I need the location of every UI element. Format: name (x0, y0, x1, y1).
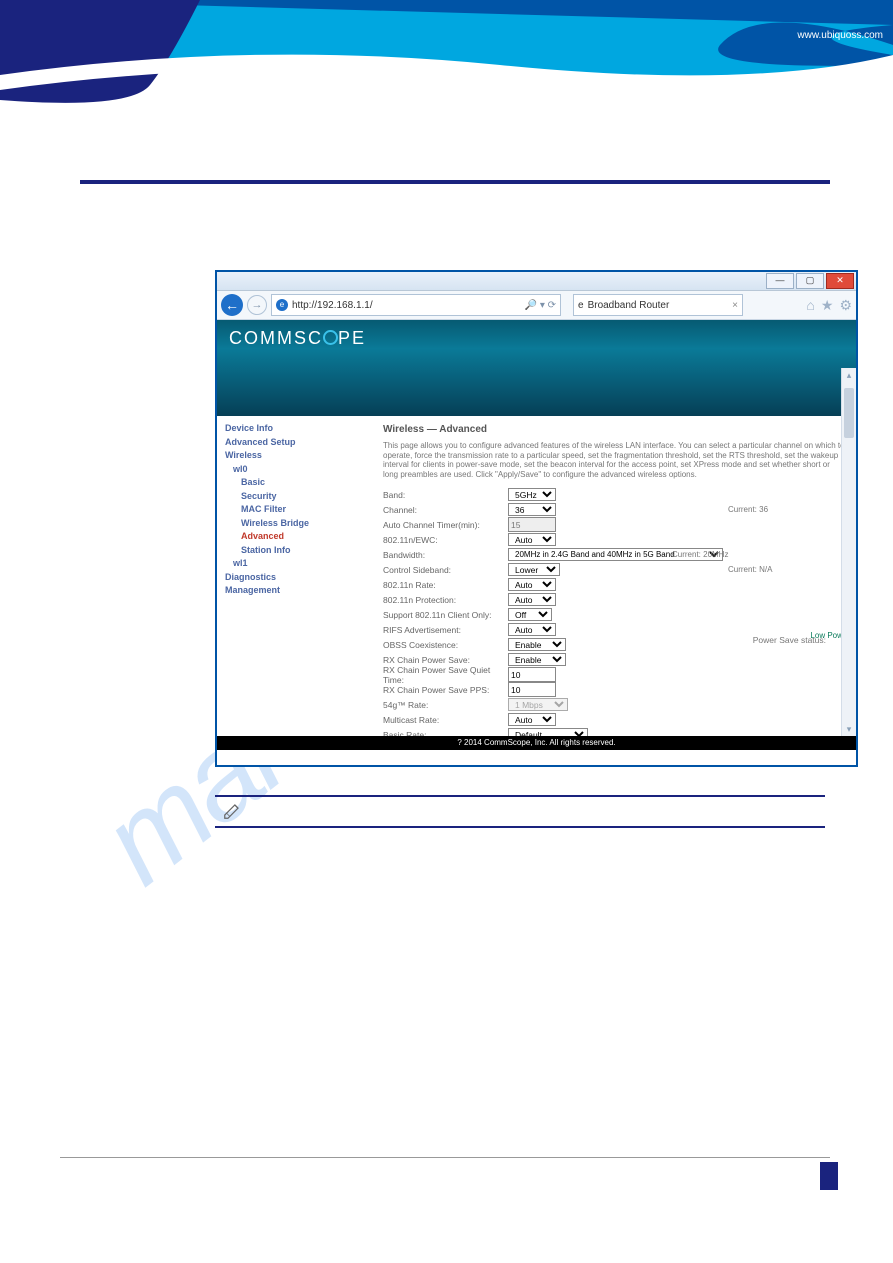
obss-select[interactable]: Enable (508, 638, 566, 651)
label-ewc: 802.11n/EWC: (383, 535, 508, 545)
nav-station-info[interactable]: Station Info (225, 544, 365, 558)
label-rx-ps-timer: RX Chain Power Save Quiet Time: (383, 665, 508, 685)
auto-ch-timer-input[interactable] (508, 517, 556, 532)
mcast-select[interactable]: Auto (508, 713, 556, 726)
label-rx-ps: RX Chain Power Save: (383, 655, 508, 665)
ie-icon: e (276, 299, 288, 311)
label-ctrl-sideband: Control Sideband: (383, 565, 508, 575)
nav-security[interactable]: Security (225, 490, 365, 504)
prot-n-select[interactable]: Auto (508, 593, 556, 606)
window-titlebar: — ▢ ✕ (217, 272, 856, 291)
page-description: This page allows you to configure advanc… (383, 441, 846, 479)
label-bandwidth: Bandwidth: (383, 550, 508, 560)
note-rule-top (215, 795, 825, 797)
browser-search-controls[interactable]: 🔎 ▾ ⟳ (525, 300, 556, 311)
nav-basic[interactable]: Basic (225, 476, 365, 490)
nav-diagnostics[interactable]: Diagnostics (225, 571, 365, 585)
header-banner (0, 0, 893, 130)
rx-ps-pps-input[interactable] (508, 682, 556, 697)
current-bw: Current: 20MHz (668, 550, 728, 559)
scroll-up-icon[interactable]: ▴ (842, 368, 856, 382)
section-rule (80, 180, 830, 184)
page-title: Wireless — Advanced (383, 424, 846, 435)
note-rule-bottom (215, 826, 825, 828)
browser-forward-button[interactable]: → (247, 295, 267, 315)
ie-tab-icon: e (578, 300, 584, 311)
window-close-button[interactable]: ✕ (826, 273, 854, 289)
favorites-icon[interactable]: ★ (821, 297, 834, 314)
label-mcast: Multicast Rate: (383, 715, 508, 725)
site-url: www.ubiquoss.com (797, 30, 883, 41)
label-channel: Channel: (383, 505, 508, 515)
tools-icon[interactable]: ⚙ (839, 297, 852, 314)
router-nav: Device Info Advanced Setup Wireless wl0 … (217, 416, 373, 750)
nav-management[interactable]: Management (225, 584, 365, 598)
browser-addressbar: ← → e http://192.168.1.1/ 🔎 ▾ ⟳ e Broadb… (217, 291, 856, 320)
client-only-select[interactable]: Off (508, 608, 552, 621)
channel-select[interactable]: 36 (508, 503, 556, 516)
browser-url-text: http://192.168.1.1/ (292, 300, 373, 311)
band-select[interactable]: 5GHz (508, 488, 556, 501)
browser-viewport: COMMSCPE Device Info Advanced Setup Wire… (217, 320, 856, 750)
window-maximize-button[interactable]: ▢ (796, 273, 824, 289)
label-rate-54g: 54g™ Rate: (383, 700, 508, 710)
label-client-only: Support 802.11n Client Only: (383, 610, 508, 620)
rx-ps-select[interactable]: Enable (508, 653, 566, 666)
router-footer: ? 2014 CommScope, Inc. All rights reserv… (217, 736, 856, 750)
label-band: Band: (383, 490, 508, 500)
nav-advanced-setup[interactable]: Advanced Setup (225, 436, 365, 450)
tab-close-icon[interactable]: × (732, 300, 738, 311)
label-obss: OBSS Coexistence: (383, 640, 508, 650)
browser-tab-title: Broadband Router (588, 300, 670, 311)
label-auto-ch-timer: Auto Channel Timer(min): (383, 520, 508, 530)
screenshot-frame: — ▢ ✕ ← → e http://192.168.1.1/ 🔎 ▾ ⟳ e … (215, 270, 858, 767)
rifs-select[interactable]: Auto (508, 623, 556, 636)
ewc-select[interactable]: Auto (508, 533, 556, 546)
label-prot-n: 802.11n Protection: (383, 595, 508, 605)
nav-advanced-current[interactable]: Advanced (225, 530, 365, 544)
label-rifs: RIFS Advertisement: (383, 625, 508, 635)
nav-wireless-bridge[interactable]: Wireless Bridge (225, 517, 365, 531)
rate-n-select[interactable]: Auto (508, 578, 556, 591)
nav-wl0[interactable]: wl0 (225, 463, 365, 477)
footer-rule (60, 1157, 830, 1158)
router-main: Wireless — Advanced This page allows you… (373, 416, 856, 750)
browser-tab[interactable]: e Broadband Router × (573, 294, 743, 316)
browser-url-input[interactable]: e http://192.168.1.1/ 🔎 ▾ ⟳ (271, 294, 561, 316)
ctrl-sideband-select[interactable]: Lower (508, 563, 560, 576)
router-header: COMMSCPE (217, 320, 856, 416)
current-channel: Current: 36 (668, 505, 768, 514)
home-icon[interactable]: ⌂ (806, 297, 814, 314)
nav-wireless[interactable]: Wireless (225, 449, 365, 463)
label-rate-n: 802.11n Rate: (383, 580, 508, 590)
page-number-box (820, 1162, 838, 1190)
label-rx-ps-pps: RX Chain Power Save PPS: (383, 685, 508, 695)
nav-device-info[interactable]: Device Info (225, 422, 365, 436)
rx-ps-timer-input[interactable] (508, 667, 556, 682)
pencil-icon (222, 799, 244, 821)
nav-mac-filter[interactable]: MAC Filter (225, 503, 365, 517)
scrollbar[interactable]: ▴ ▾ (841, 368, 856, 736)
current-sb: Current: N/A (668, 565, 772, 574)
commscope-logo: COMMSCPE (229, 328, 366, 349)
scroll-thumb[interactable] (844, 388, 854, 438)
browser-back-button[interactable]: ← (221, 294, 243, 316)
scroll-down-icon[interactable]: ▾ (842, 722, 856, 736)
nav-wl1[interactable]: wl1 (225, 557, 365, 571)
rate-54g-select: 1 Mbps (508, 698, 568, 711)
window-minimize-button[interactable]: — (766, 273, 794, 289)
